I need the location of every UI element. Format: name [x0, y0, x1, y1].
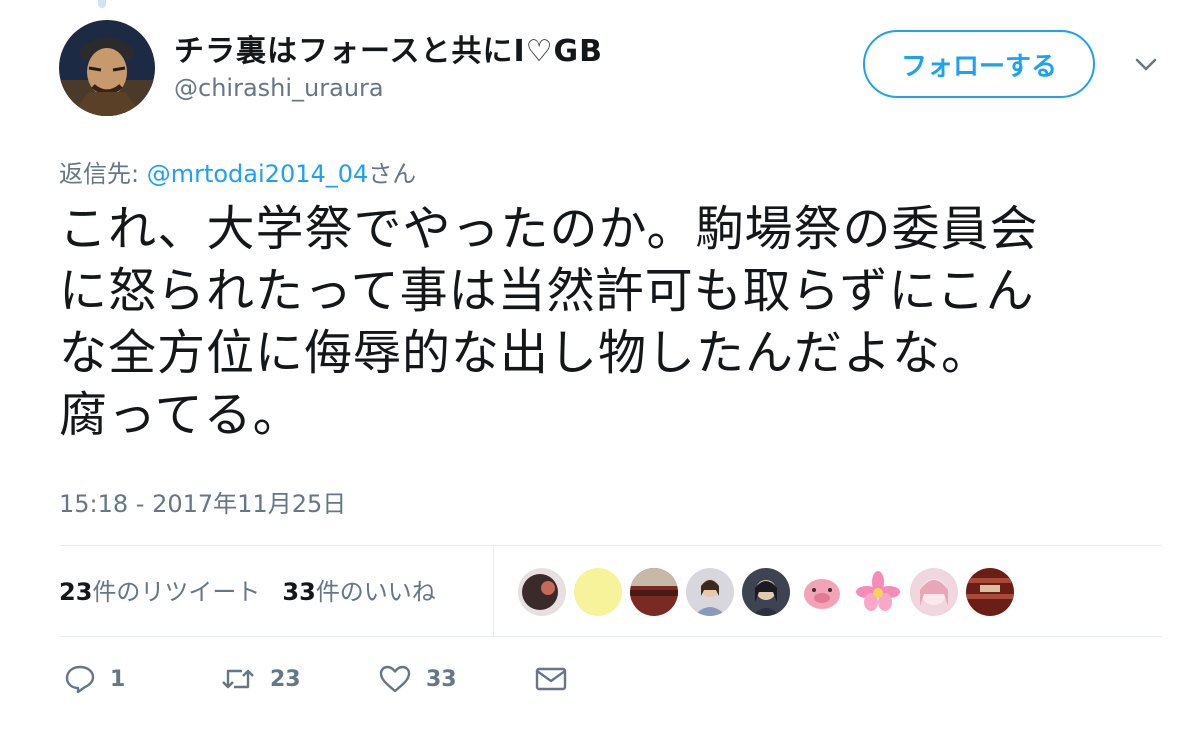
likes-label: 件のいいね	[315, 578, 436, 606]
retweets-count: 23	[59, 578, 93, 606]
user-avatar[interactable]	[59, 20, 155, 116]
engagement-stats: 23件のリツイート 33件のいいね	[59, 572, 436, 607]
tweet-text-line: に怒られたって事は当然許可も取らずにこん	[59, 263, 1035, 319]
retweet-icon	[222, 669, 254, 689]
liker-avatar[interactable]	[798, 568, 846, 616]
samurai-avatar-icon	[59, 20, 155, 116]
liker-avatar-2-icon	[574, 568, 622, 616]
liker-avatar[interactable]	[574, 568, 622, 616]
retweet-count: 23	[270, 666, 301, 692]
tweet-text-line: これ、大学祭でやったのか。駒場祭の委員会	[59, 201, 1039, 257]
user-display-name[interactable]: チラ裏はフォースと共にI♡GB	[174, 26, 603, 70]
reply-to-prefix: 返信先:	[59, 160, 147, 188]
reply-to-line: 返信先: @mrtodai2014_04さん	[59, 154, 416, 189]
liker-avatar-1-icon	[518, 568, 566, 616]
envelope-icon	[535, 667, 567, 691]
tweet-actions: 1 23 33	[64, 664, 568, 694]
liker-avatar[interactable]	[686, 568, 734, 616]
reply-icon	[65, 665, 95, 694]
likes-stat[interactable]: 33件のいいね	[282, 572, 435, 607]
stats-divider	[493, 546, 494, 636]
chevron-down-icon	[1135, 58, 1157, 71]
reply-to-mention-link[interactable]: @mrtodai2014_04	[147, 160, 369, 188]
tweet-text-line: 腐ってる。	[59, 387, 302, 443]
liker-avatar-8-icon	[910, 568, 958, 616]
tweet-text-line: な全方位に侮辱的な出し物したんだよな。	[59, 325, 991, 381]
liker-avatar-4-icon	[686, 568, 734, 616]
retweet-button[interactable]: 23	[220, 665, 378, 693]
heart-icon	[379, 665, 411, 693]
like-button[interactable]: 33	[378, 664, 534, 694]
divider-bottom	[59, 636, 1162, 637]
liker-avatar-7-icon	[854, 568, 902, 616]
retweets-label: 件のリツイート	[92, 578, 261, 606]
top-edge-mark	[98, 0, 106, 8]
liker-avatar[interactable]	[854, 568, 902, 616]
tweet-text: これ、大学祭でやったのか。駒場祭の委員会 に怒られたって事は当然許可も取らずにこ…	[59, 198, 1159, 446]
direct-message-button[interactable]	[534, 665, 568, 693]
liker-avatar[interactable]	[518, 568, 566, 616]
divider-top	[59, 545, 1162, 546]
reply-count: 1	[110, 666, 126, 692]
user-handle[interactable]: @chirashi_uraura	[174, 74, 384, 102]
more-menu-button[interactable]	[1128, 50, 1164, 80]
liker-avatar-5-icon	[742, 568, 790, 616]
like-count: 33	[426, 666, 457, 692]
reply-to-suffix: さん	[368, 160, 417, 188]
liker-avatar[interactable]	[630, 568, 678, 616]
tweet-timestamp[interactable]: 15:18 - 2017年11月25日	[59, 484, 346, 519]
liker-avatar[interactable]	[910, 568, 958, 616]
liker-avatar-9-icon	[966, 568, 1014, 616]
reply-button[interactable]: 1	[64, 664, 220, 694]
follow-button[interactable]: フォローする	[863, 30, 1095, 98]
liker-avatar[interactable]	[966, 568, 1014, 616]
likes-count: 33	[282, 578, 316, 606]
liker-avatar-6-icon	[798, 568, 846, 616]
liker-avatar[interactable]	[742, 568, 790, 616]
likers-avatars	[518, 568, 1014, 616]
liker-avatar-3-icon	[630, 568, 678, 616]
retweets-stat[interactable]: 23件のリツイート	[59, 572, 260, 607]
